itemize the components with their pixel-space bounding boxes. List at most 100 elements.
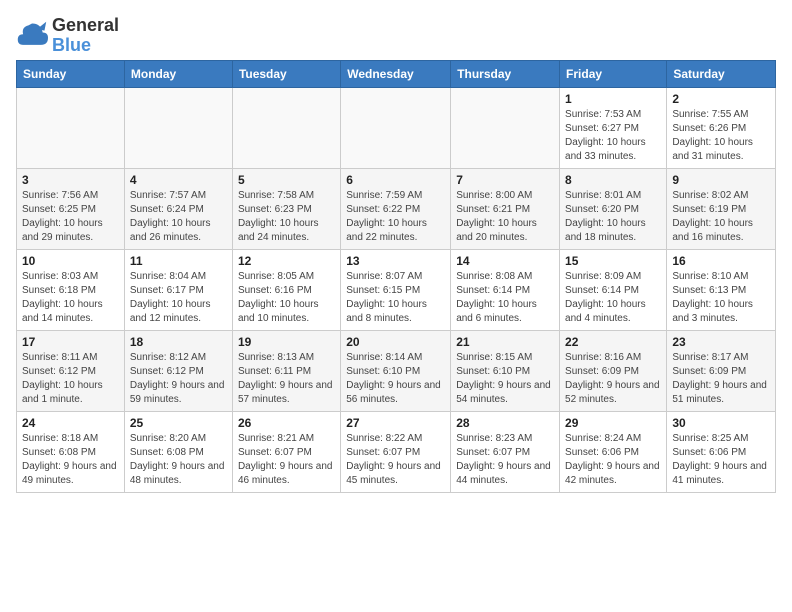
day-info: Sunrise: 8:15 AM Sunset: 6:10 PM Dayligh… xyxy=(456,351,554,407)
calendar-cell: 27 Sunrise: 8:22 AM Sunset: 6:07 PM Dayli… xyxy=(341,411,451,492)
day-number: 18 xyxy=(130,335,227,349)
day-number: 11 xyxy=(130,254,227,268)
day-info: Sunrise: 8:23 AM Sunset: 6:07 PM Dayligh… xyxy=(456,432,554,488)
calendar-cell xyxy=(17,87,125,168)
logo: General Blue xyxy=(16,16,119,56)
calendar-weekday-saturday: Saturday xyxy=(667,60,776,87)
day-number: 24 xyxy=(22,416,119,430)
calendar-cell: 7 Sunrise: 8:00 AM Sunset: 6:21 PM Daylig… xyxy=(451,168,560,249)
calendar-cell: 19 Sunrise: 8:13 AM Sunset: 6:11 PM Dayli… xyxy=(232,330,340,411)
calendar-cell xyxy=(451,87,560,168)
calendar-cell xyxy=(341,87,451,168)
day-info: Sunrise: 8:12 AM Sunset: 6:12 PM Dayligh… xyxy=(130,351,227,407)
day-number: 23 xyxy=(672,335,770,349)
day-info: Sunrise: 8:09 AM Sunset: 6:14 PM Dayligh… xyxy=(565,270,661,326)
calendar-cell: 6 Sunrise: 7:59 AM Sunset: 6:22 PM Daylig… xyxy=(341,168,451,249)
day-number: 20 xyxy=(346,335,445,349)
calendar-week-5: 24Sunrise: 8:18 AM Sunset: 6:08 PM Dayli… xyxy=(17,411,776,492)
day-number: 17 xyxy=(22,335,119,349)
calendar-week-1: 1Sunrise: 7:53 AM Sunset: 6:27 PM Daylig… xyxy=(17,87,776,168)
day-info: Sunrise: 8:02 AM Sunset: 6:19 PM Dayligh… xyxy=(672,189,770,245)
day-number: 19 xyxy=(238,335,335,349)
calendar-header: SundayMondayTuesdayWednesdayThursdayFrid… xyxy=(17,60,776,87)
day-info: Sunrise: 8:16 AM Sunset: 6:09 PM Dayligh… xyxy=(565,351,661,407)
day-info: Sunrise: 7:56 AM Sunset: 6:25 PM Dayligh… xyxy=(22,189,119,245)
calendar-cell: 20 Sunrise: 8:14 AM Sunset: 6:10 PM Dayli… xyxy=(341,330,451,411)
calendar-cell: 28 Sunrise: 8:23 AM Sunset: 6:07 PM Dayli… xyxy=(451,411,560,492)
calendar-cell: 25 Sunrise: 8:20 AM Sunset: 6:08 PM Dayli… xyxy=(124,411,232,492)
calendar-cell: 4Sunrise: 7:57 AM Sunset: 6:24 PM Daylig… xyxy=(124,168,232,249)
day-number: 26 xyxy=(238,416,335,430)
day-number: 29 xyxy=(565,416,661,430)
logo-icon xyxy=(16,20,48,52)
day-number: 28 xyxy=(456,416,554,430)
day-info: Sunrise: 8:20 AM Sunset: 6:08 PM Dayligh… xyxy=(130,432,227,488)
day-info: Sunrise: 8:14 AM Sunset: 6:10 PM Dayligh… xyxy=(346,351,445,407)
day-number: 6 xyxy=(346,173,445,187)
calendar-table: SundayMondayTuesdayWednesdayThursdayFrid… xyxy=(16,60,776,493)
calendar-cell: 18 Sunrise: 8:12 AM Sunset: 6:12 PM Dayli… xyxy=(124,330,232,411)
day-number: 8 xyxy=(565,173,661,187)
day-number: 22 xyxy=(565,335,661,349)
day-number: 2 xyxy=(672,92,770,106)
day-number: 25 xyxy=(130,416,227,430)
calendar-cell: 12Sunrise: 8:05 AM Sunset: 6:16 PM Dayli… xyxy=(232,249,340,330)
calendar-cell: 26 Sunrise: 8:21 AM Sunset: 6:07 PM Dayli… xyxy=(232,411,340,492)
calendar-cell: 23 Sunrise: 8:17 AM Sunset: 6:09 PM Dayli… xyxy=(667,330,776,411)
day-info: Sunrise: 8:04 AM Sunset: 6:17 PM Dayligh… xyxy=(130,270,227,326)
day-info: Sunrise: 8:21 AM Sunset: 6:07 PM Dayligh… xyxy=(238,432,335,488)
calendar-weekday-friday: Friday xyxy=(560,60,667,87)
day-number: 27 xyxy=(346,416,445,430)
day-info: Sunrise: 7:58 AM Sunset: 6:23 PM Dayligh… xyxy=(238,189,335,245)
day-number: 3 xyxy=(22,173,119,187)
calendar-cell: 16 Sunrise: 8:10 AM Sunset: 6:13 PM Dayli… xyxy=(667,249,776,330)
day-info: Sunrise: 8:00 AM Sunset: 6:21 PM Dayligh… xyxy=(456,189,554,245)
calendar-cell: 5Sunrise: 7:58 AM Sunset: 6:23 PM Daylig… xyxy=(232,168,340,249)
calendar-cell: 14 Sunrise: 8:08 AM Sunset: 6:14 PM Dayli… xyxy=(451,249,560,330)
calendar-body: 1Sunrise: 7:53 AM Sunset: 6:27 PM Daylig… xyxy=(17,87,776,492)
day-info: Sunrise: 8:08 AM Sunset: 6:14 PM Dayligh… xyxy=(456,270,554,326)
calendar-cell: 9Sunrise: 8:02 AM Sunset: 6:19 PM Daylig… xyxy=(667,168,776,249)
calendar-cell xyxy=(232,87,340,168)
day-number: 7 xyxy=(456,173,554,187)
calendar-cell: 8 Sunrise: 8:01 AM Sunset: 6:20 PM Daylig… xyxy=(560,168,667,249)
calendar-weekday-monday: Monday xyxy=(124,60,232,87)
calendar-cell: 3 Sunrise: 7:56 AM Sunset: 6:25 PM Daylig… xyxy=(17,168,125,249)
calendar-cell: 17 Sunrise: 8:11 AM Sunset: 6:12 PM Dayli… xyxy=(17,330,125,411)
day-number: 14 xyxy=(456,254,554,268)
day-number: 21 xyxy=(456,335,554,349)
calendar-cell: 13 Sunrise: 8:07 AM Sunset: 6:15 PM Dayli… xyxy=(341,249,451,330)
day-number: 13 xyxy=(346,254,445,268)
calendar-cell: 24Sunrise: 8:18 AM Sunset: 6:08 PM Dayli… xyxy=(17,411,125,492)
day-info: Sunrise: 8:25 AM Sunset: 6:06 PM Dayligh… xyxy=(672,432,770,488)
day-info: Sunrise: 8:13 AM Sunset: 6:11 PM Dayligh… xyxy=(238,351,335,407)
day-info: Sunrise: 7:57 AM Sunset: 6:24 PM Dayligh… xyxy=(130,189,227,245)
day-info: Sunrise: 8:17 AM Sunset: 6:09 PM Dayligh… xyxy=(672,351,770,407)
day-info: Sunrise: 8:10 AM Sunset: 6:13 PM Dayligh… xyxy=(672,270,770,326)
page-header: General Blue xyxy=(16,16,776,56)
day-number: 1 xyxy=(565,92,661,106)
day-info: Sunrise: 8:03 AM Sunset: 6:18 PM Dayligh… xyxy=(22,270,119,326)
day-number: 16 xyxy=(672,254,770,268)
day-number: 15 xyxy=(565,254,661,268)
day-number: 30 xyxy=(672,416,770,430)
day-info: Sunrise: 8:24 AM Sunset: 6:06 PM Dayligh… xyxy=(565,432,661,488)
day-info: Sunrise: 8:01 AM Sunset: 6:20 PM Dayligh… xyxy=(565,189,661,245)
calendar-cell: 11 Sunrise: 8:04 AM Sunset: 6:17 PM Dayli… xyxy=(124,249,232,330)
calendar-weekday-sunday: Sunday xyxy=(17,60,125,87)
day-info: Sunrise: 8:11 AM Sunset: 6:12 PM Dayligh… xyxy=(22,351,119,407)
calendar-cell xyxy=(124,87,232,168)
calendar-cell: 29 Sunrise: 8:24 AM Sunset: 6:06 PM Dayli… xyxy=(560,411,667,492)
calendar-week-4: 17 Sunrise: 8:11 AM Sunset: 6:12 PM Dayli… xyxy=(17,330,776,411)
day-info: Sunrise: 8:22 AM Sunset: 6:07 PM Dayligh… xyxy=(346,432,445,488)
calendar-week-2: 3 Sunrise: 7:56 AM Sunset: 6:25 PM Daylig… xyxy=(17,168,776,249)
calendar-cell: 30 Sunrise: 8:25 AM Sunset: 6:06 PM Dayli… xyxy=(667,411,776,492)
calendar-cell: 1Sunrise: 7:53 AM Sunset: 6:27 PM Daylig… xyxy=(560,87,667,168)
calendar-cell: 15 Sunrise: 8:09 AM Sunset: 6:14 PM Dayli… xyxy=(560,249,667,330)
calendar-week-3: 10Sunrise: 8:03 AM Sunset: 6:18 PM Dayli… xyxy=(17,249,776,330)
day-info: Sunrise: 7:59 AM Sunset: 6:22 PM Dayligh… xyxy=(346,189,445,245)
calendar-header-row: SundayMondayTuesdayWednesdayThursdayFrid… xyxy=(17,60,776,87)
calendar-weekday-tuesday: Tuesday xyxy=(232,60,340,87)
calendar-cell: 22 Sunrise: 8:16 AM Sunset: 6:09 PM Dayli… xyxy=(560,330,667,411)
day-info: Sunrise: 8:07 AM Sunset: 6:15 PM Dayligh… xyxy=(346,270,445,326)
